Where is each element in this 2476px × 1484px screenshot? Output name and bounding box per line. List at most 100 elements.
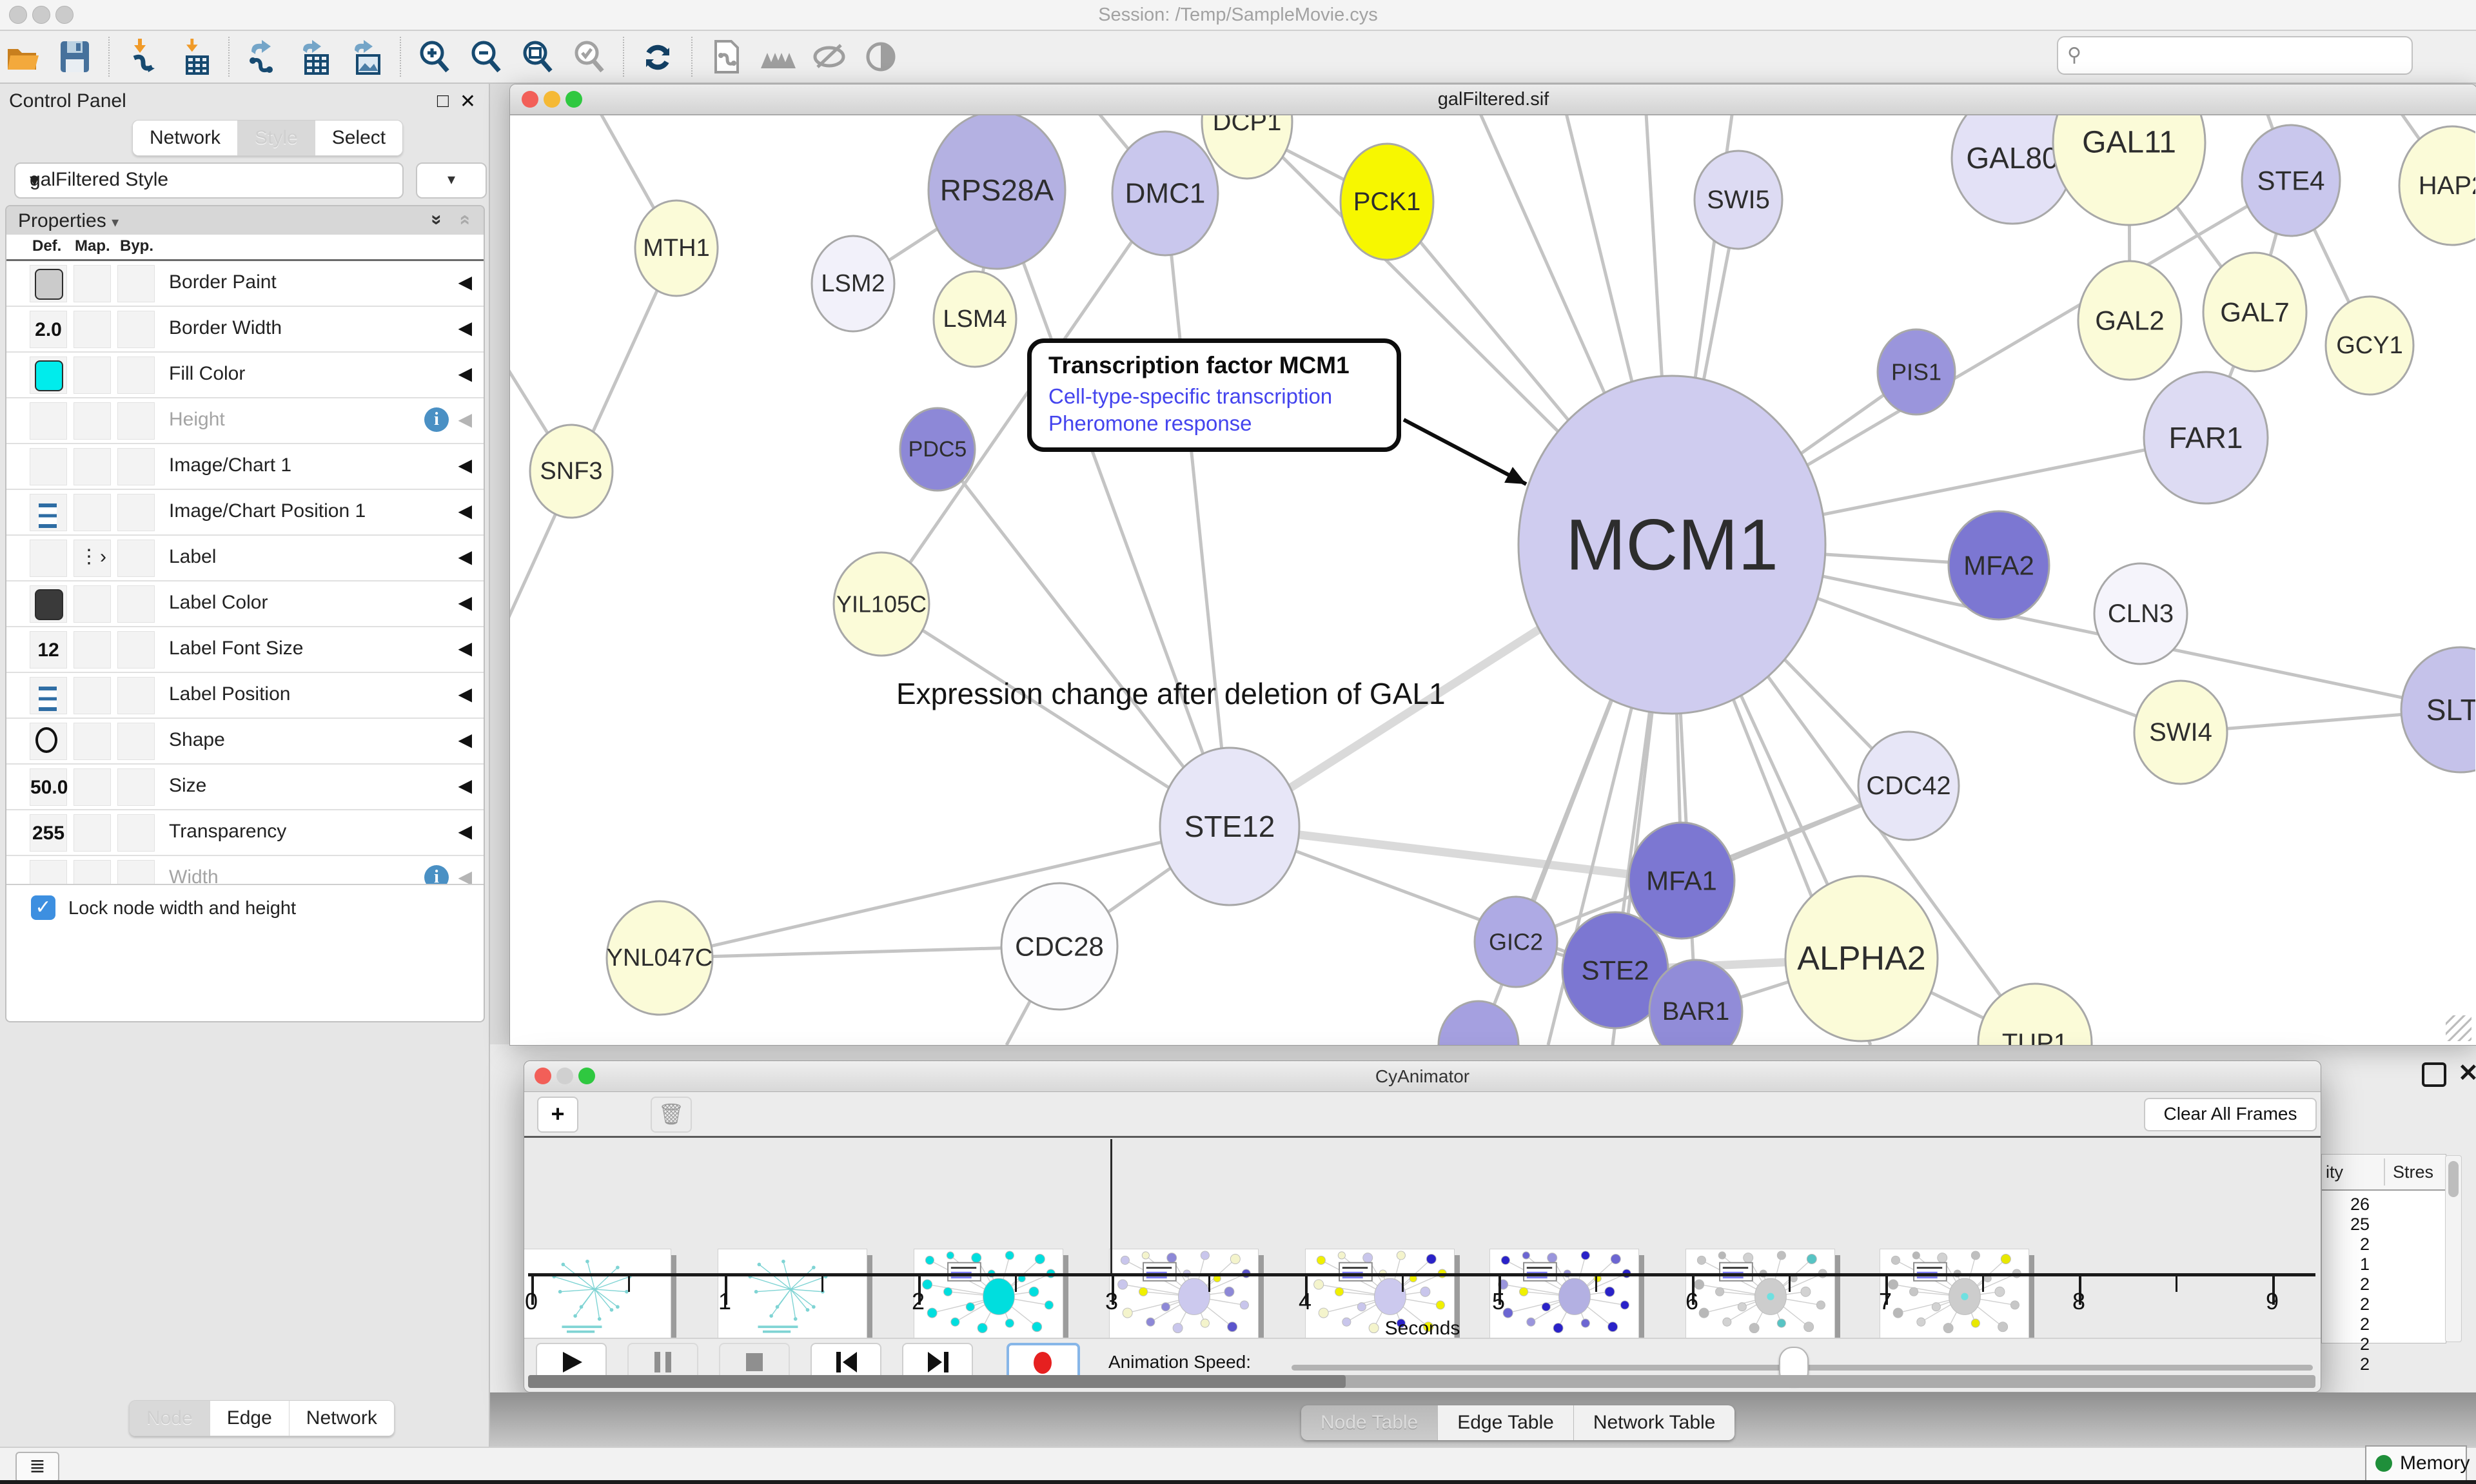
tab-select[interactable]: Select xyxy=(315,121,402,155)
default-value-cell[interactable] xyxy=(30,494,67,531)
property-row-height[interactable]: Heighti◀ xyxy=(6,398,484,444)
resize-grip[interactable] xyxy=(2446,1015,2471,1041)
style-options-button[interactable]: ▾ xyxy=(416,162,487,199)
table-cell[interactable]: 2 xyxy=(2324,1235,2370,1255)
default-value-cell[interactable] xyxy=(30,677,67,714)
export-image-icon[interactable] xyxy=(348,39,384,75)
node-mcm1[interactable]: MCM1 xyxy=(1518,376,1825,714)
node-pck1[interactable]: PCK1 xyxy=(1341,144,1433,260)
mapping-cell[interactable] xyxy=(74,631,111,669)
node-gal2[interactable]: GAL2 xyxy=(2078,261,2181,380)
mapping-cell[interactable] xyxy=(74,356,111,394)
mapping-cell[interactable]: ⋮› xyxy=(74,540,111,577)
mapping-cell[interactable] xyxy=(74,494,111,531)
double-peak-icon[interactable] xyxy=(760,39,796,75)
node-mth1[interactable]: MTH1 xyxy=(635,200,718,296)
network-canvas[interactable]: RPS28BDCP1DMC1RPS28AMTH1LSM2LSM4PCK1SWI5… xyxy=(510,115,2475,1045)
mapping-cell[interactable] xyxy=(74,723,111,760)
default-value-cell[interactable] xyxy=(30,585,67,623)
node-pur_bot[interactable] xyxy=(1439,1001,1518,1045)
node-swi4[interactable]: SWI4 xyxy=(2134,681,2227,784)
default-value-cell[interactable] xyxy=(30,723,67,760)
node-dcp1[interactable]: DCP1 xyxy=(1202,115,1292,179)
delete-frame-button[interactable]: 🗑 xyxy=(651,1097,692,1133)
expand-row-icon[interactable]: ◀ xyxy=(458,638,472,659)
node-cln3[interactable]: CLN3 xyxy=(2094,563,2187,664)
tab-edge-table[interactable]: Edge Table xyxy=(1438,1405,1574,1440)
lock-size-checkbox[interactable]: ✓ xyxy=(31,895,55,920)
property-row-border-paint[interactable]: Border Paint◀ xyxy=(6,261,484,307)
tab-edge-style[interactable]: Edge xyxy=(210,1401,290,1436)
default-value-cell[interactable] xyxy=(30,356,67,394)
edge[interactable] xyxy=(997,190,1230,826)
property-row-label[interactable]: ⋮›Label◀ xyxy=(6,536,484,581)
node-ste12[interactable]: STE12 xyxy=(1160,748,1299,905)
mapping-cell[interactable] xyxy=(74,402,111,440)
mapping-cell[interactable] xyxy=(74,448,111,485)
default-value-cell[interactable]: 2.0 xyxy=(30,311,67,348)
mapping-cell[interactable] xyxy=(74,311,111,348)
collapse-all-icon[interactable]: » xyxy=(453,215,475,226)
refresh-layout-icon[interactable] xyxy=(640,39,676,75)
tab-node-style[interactable]: Node xyxy=(130,1401,210,1436)
memory-button[interactable]: Memory xyxy=(2365,1445,2467,1481)
table-cell[interactable]: 2 xyxy=(2324,1334,2370,1354)
export-network-icon[interactable] xyxy=(245,39,281,75)
import-network-icon[interactable] xyxy=(125,39,161,75)
close-panel-icon[interactable]: ✕ xyxy=(460,90,476,113)
table-cell[interactable]: 2 xyxy=(2324,1314,2370,1334)
mapping-cell[interactable] xyxy=(74,814,111,852)
default-value-cell[interactable] xyxy=(30,265,67,302)
scrollbar-thumb[interactable] xyxy=(528,1375,1346,1388)
node-yil105c[interactable]: YIL105C xyxy=(834,552,929,656)
node-gic2[interactable]: GIC2 xyxy=(1475,897,1557,987)
node-slt2[interactable]: SLT2 xyxy=(2401,647,2475,772)
expand-row-icon[interactable]: ◀ xyxy=(458,729,472,750)
mapping-cell[interactable] xyxy=(74,585,111,623)
node-alpha2[interactable]: ALPHA2 xyxy=(1785,876,1938,1041)
clear-all-frames-button[interactable]: Clear All Frames xyxy=(2144,1098,2317,1131)
export-table-icon[interactable] xyxy=(297,39,333,75)
edge[interactable] xyxy=(660,946,1059,958)
node-gal7[interactable]: GAL7 xyxy=(2203,253,2306,371)
property-row-label-font-size[interactable]: 12Label Font Size◀ xyxy=(6,627,484,673)
table-vertical-scrollbar[interactable] xyxy=(2445,1155,2462,1342)
import-table-icon[interactable] xyxy=(177,39,213,75)
mapping-cell[interactable] xyxy=(74,265,111,302)
bypass-cell[interactable] xyxy=(117,585,155,623)
bypass-cell[interactable] xyxy=(117,402,155,440)
node-pdc5[interactable]: PDC5 xyxy=(900,408,975,491)
tab-style[interactable]: Style xyxy=(238,121,315,155)
expand-row-icon[interactable]: ◀ xyxy=(458,546,472,567)
bypass-cell[interactable] xyxy=(117,311,155,348)
property-row-image-chart-1[interactable]: Image/Chart 1◀ xyxy=(6,444,484,490)
zoom-in-icon[interactable] xyxy=(417,39,453,75)
table-cell[interactable]: 26 xyxy=(2324,1195,2370,1215)
property-row-shape[interactable]: Shape◀ xyxy=(6,719,484,765)
node-rps28a[interactable]: RPS28A xyxy=(928,115,1065,269)
node-cdc42[interactable]: CDC42 xyxy=(1858,732,1959,840)
annotation-box[interactable]: Transcription factor MCM1 Cell-type-spec… xyxy=(1027,338,1401,452)
expand-row-icon[interactable]: ◀ xyxy=(458,592,472,613)
node-cdc28[interactable]: CDC28 xyxy=(1001,883,1117,1010)
tab-node-table[interactable]: Node Table xyxy=(1301,1405,1438,1440)
tab-network-table[interactable]: Network Table xyxy=(1574,1405,1735,1440)
col-stress[interactable]: Stres xyxy=(2393,1162,2433,1182)
property-row-label-color[interactable]: Label Color◀ xyxy=(6,581,484,627)
property-row-transparency[interactable]: 255Transparency◀ xyxy=(6,810,484,856)
expand-row-icon[interactable]: ◀ xyxy=(458,409,472,430)
default-value-cell[interactable]: 50.0 xyxy=(30,768,67,806)
info-icon[interactable]: i xyxy=(424,407,449,432)
property-row-fill-color[interactable]: Fill Color◀ xyxy=(6,353,484,398)
bypass-cell[interactable] xyxy=(117,265,155,302)
bypass-cell[interactable] xyxy=(117,356,155,394)
tab-network[interactable]: Network xyxy=(133,121,238,155)
default-value-cell[interactable]: 255 xyxy=(30,814,67,852)
node-ste4[interactable]: STE4 xyxy=(2242,125,2340,236)
expand-row-icon[interactable]: ◀ xyxy=(458,775,472,796)
default-value-cell[interactable] xyxy=(30,540,67,577)
frames-scrollbar[interactable] xyxy=(528,1375,2315,1388)
search-input[interactable] xyxy=(2094,40,2400,70)
annotation-link[interactable]: Cell-type-specific transcription xyxy=(1048,384,1380,409)
table-cell[interactable]: 25 xyxy=(2324,1215,2370,1235)
